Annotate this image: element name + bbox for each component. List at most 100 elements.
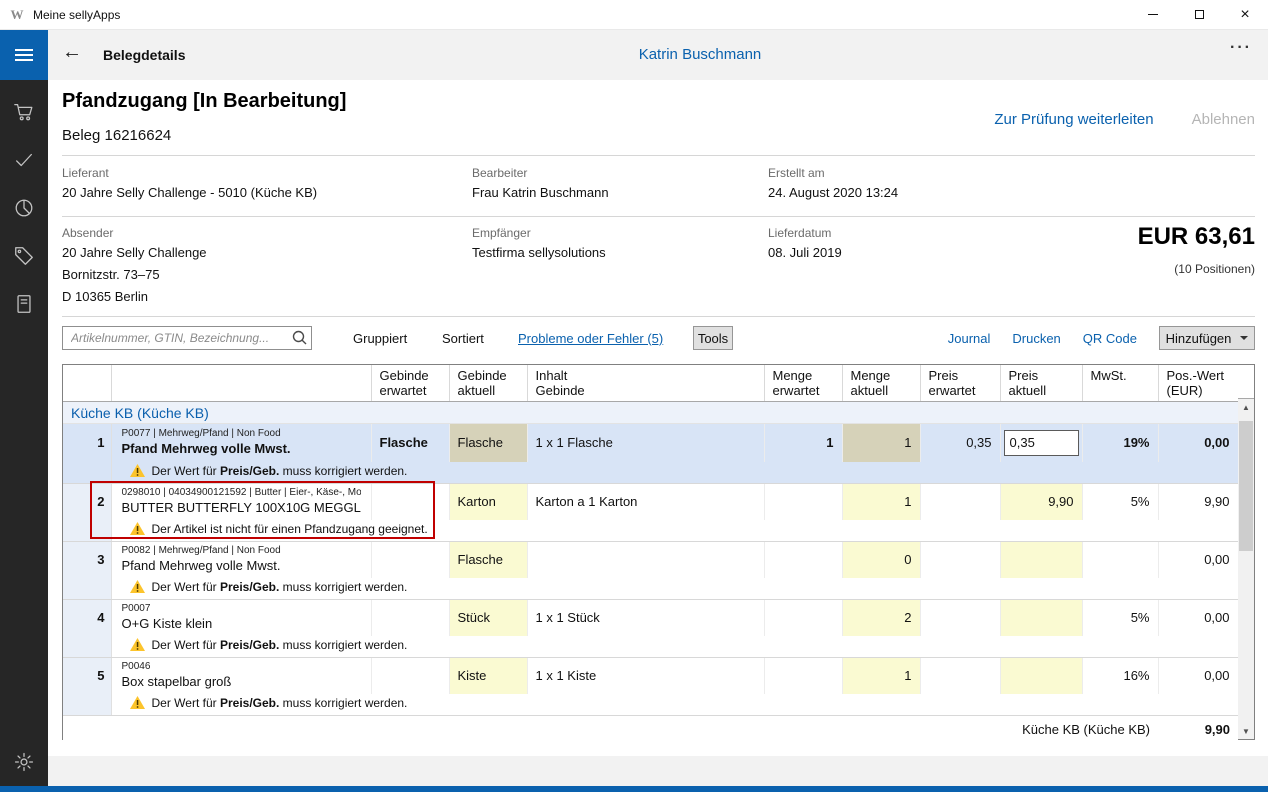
preis-aktuell-cell[interactable]: [1000, 658, 1082, 694]
gebinde-aktuell-cell[interactable]: Flasche: [449, 542, 527, 578]
hamburger-icon: [15, 49, 33, 51]
journal-icon: [13, 293, 35, 315]
forward-for-review-button[interactable]: Zur Prüfung weiterleiten: [994, 111, 1153, 128]
settings-button[interactable]: [0, 742, 48, 782]
scroll-down-button[interactable]: ▼: [1238, 723, 1254, 739]
menge-erwartet-cell: [764, 542, 842, 578]
minimize-icon: [1148, 14, 1158, 15]
article-meta: P0046: [122, 661, 361, 674]
warning-icon: [130, 638, 145, 654]
lieferant-value: 20 Jahre Selly Challenge - 5010 (Küche K…: [62, 185, 317, 200]
sidebar-item-journal[interactable]: [0, 280, 48, 328]
journal-link[interactable]: Journal: [948, 331, 991, 346]
menge-aktuell-cell[interactable]: 0: [842, 542, 920, 578]
group-header-row: Küche KB (Küche KB): [63, 402, 1238, 424]
reject-button[interactable]: Ablehnen: [1192, 111, 1255, 128]
column-header-inhalt-gebinde[interactable]: InhaltGebinde: [527, 365, 764, 402]
row-number[interactable]: 4: [63, 600, 111, 636]
menge-aktuell-cell[interactable]: 1: [842, 424, 920, 462]
warning-row: Der Artikel ist nicht für einen Pfandzug…: [63, 520, 1238, 542]
menge-erwartet-cell: [764, 484, 842, 520]
sidebar-item-statistics[interactable]: [0, 184, 48, 232]
warning-message: Der Wert für Preis/Geb. muss korrigiert …: [111, 462, 1238, 484]
more-menu-button[interactable]: ···: [1230, 39, 1252, 57]
column-header-pos-wert[interactable]: Pos.-Wert(EUR): [1158, 365, 1238, 402]
scroll-up-button[interactable]: ▲: [1238, 399, 1254, 415]
qr-code-link[interactable]: QR Code: [1083, 331, 1137, 346]
menge-erwartet-cell: [764, 658, 842, 694]
tools-button[interactable]: Tools: [693, 326, 733, 350]
user-name[interactable]: Katrin Buschmann: [639, 46, 762, 63]
preis-aktuell-input[interactable]: [1004, 430, 1079, 456]
maximize-button[interactable]: [1176, 0, 1222, 29]
search-input[interactable]: [62, 326, 312, 350]
column-header-menge-aktuell[interactable]: Mengeaktuell: [842, 365, 920, 402]
row-number[interactable]: 2: [63, 484, 111, 520]
column-header-preis-aktuell[interactable]: Preisaktuell: [1000, 365, 1082, 402]
gebinde-aktuell-cell[interactable]: Kiste: [449, 658, 527, 694]
divider: [62, 316, 1255, 317]
pos-wert-cell: 0,00: [1158, 658, 1238, 694]
warning-row: Der Wert für Preis/Geb. muss korrigiert …: [63, 462, 1238, 484]
menge-aktuell-cell[interactable]: 2: [842, 600, 920, 636]
article-cell[interactable]: 0298010 | 04034900121592 | Butter | Eier…: [111, 484, 371, 520]
column-header-menge-erwartet[interactable]: Mengeerwartet: [764, 365, 842, 402]
preis-aktuell-cell[interactable]: [1000, 600, 1082, 636]
sidebar-item-prices[interactable]: [0, 232, 48, 280]
group-header-label: Küche KB (Küche KB): [63, 402, 1238, 424]
drucken-link[interactable]: Drucken: [1012, 331, 1060, 346]
gebinde-aktuell-cell[interactable]: Karton: [449, 484, 527, 520]
problems-errors-link[interactable]: Probleme oder Fehler (5): [518, 331, 663, 346]
article-name: Pfand Mehrweg volle Mwst.: [122, 441, 361, 457]
column-header-gebinde-aktuell[interactable]: Gebindeaktuell: [449, 365, 527, 402]
menge-erwartet-cell: [764, 600, 842, 636]
check-icon: [13, 149, 35, 171]
document-total: EUR 63,61: [1138, 223, 1255, 251]
preis-aktuell-cell[interactable]: 9,90: [1000, 484, 1082, 520]
hinzufuegen-button[interactable]: Hinzufügen: [1159, 326, 1255, 350]
preis-aktuell-cell[interactable]: [1000, 542, 1082, 578]
warning-icon: [130, 464, 145, 480]
article-meta: P0077 | Mehrweg/Pfand | Non Food: [122, 428, 361, 441]
row-number[interactable]: 5: [63, 658, 111, 694]
search-icon[interactable]: [292, 330, 307, 350]
mwst-cell: 16%: [1082, 658, 1158, 694]
article-cell[interactable]: P0046 Box stapelbar groß: [111, 658, 371, 694]
group-footer-row: Küche KB (Küche KB) 9,90: [63, 716, 1238, 743]
column-header-article[interactable]: [111, 365, 371, 402]
column-header-mwst[interactable]: MwSt.: [1082, 365, 1158, 402]
sortiert-toggle[interactable]: Sortiert: [442, 331, 484, 346]
row-number[interactable]: 3: [63, 542, 111, 578]
menge-aktuell-cell[interactable]: 1: [842, 484, 920, 520]
lieferdatum-label: Lieferdatum: [768, 226, 831, 240]
pie-chart-icon: [13, 197, 35, 219]
vertical-scrollbar[interactable]: ▲ ▼: [1238, 399, 1254, 739]
table-header-row: Gebindeerwartet Gebindeaktuell InhaltGeb…: [63, 365, 1238, 402]
minimize-button[interactable]: [1130, 0, 1176, 29]
article-cell[interactable]: P0082 | Mehrweg/Pfand | Non Food Pfand M…: [111, 542, 371, 578]
gebinde-aktuell-cell[interactable]: Flasche: [449, 424, 527, 462]
article-cell[interactable]: P0077 | Mehrweg/Pfand | Non Food Pfand M…: [111, 424, 371, 462]
footer-strip: [48, 756, 1268, 786]
gruppiert-toggle[interactable]: Gruppiert: [353, 331, 407, 346]
sidebar-item-orders[interactable]: [0, 88, 48, 136]
back-button[interactable]: ←: [62, 41, 82, 64]
mwst-cell: 5%: [1082, 484, 1158, 520]
sidebar-item-approvals[interactable]: [0, 136, 48, 184]
close-button[interactable]: ×: [1222, 0, 1268, 29]
menge-aktuell-cell[interactable]: 1: [842, 658, 920, 694]
column-header-num[interactable]: [63, 365, 111, 402]
group-footer-label: Küche KB (Küche KB): [63, 716, 1158, 743]
hamburger-menu-button[interactable]: [0, 30, 48, 80]
warning-row: Der Wert für Preis/Geb. muss korrigiert …: [63, 694, 1238, 716]
gebinde-aktuell-cell[interactable]: Stück: [449, 600, 527, 636]
row-number[interactable]: 1: [63, 424, 111, 462]
bearbeiter-value: Frau Katrin Buschmann: [472, 185, 609, 200]
warning-row: Der Wert für Preis/Geb. muss korrigiert …: [63, 578, 1238, 600]
article-cell[interactable]: P0007 O+G Kiste klein: [111, 600, 371, 636]
column-header-preis-erwartet[interactable]: Preiserwartet: [920, 365, 1000, 402]
column-header-gebinde-erwartet[interactable]: Gebindeerwartet: [371, 365, 449, 402]
scrollbar-thumb[interactable]: [1239, 421, 1253, 551]
page-header: ← Belegdetails Katrin Buschmann ···: [48, 30, 1268, 80]
warning-icon: [130, 580, 145, 596]
